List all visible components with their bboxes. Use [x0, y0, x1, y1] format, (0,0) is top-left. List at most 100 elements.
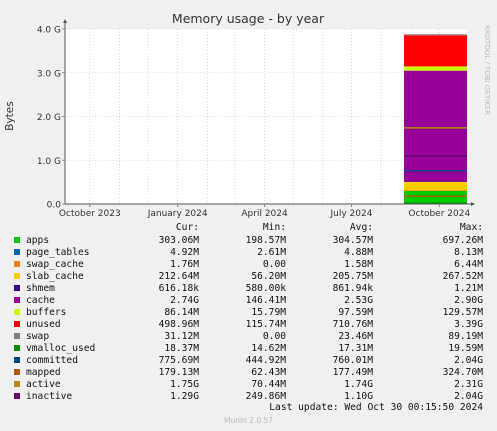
legend-max: 697.26M [442, 235, 483, 246]
munin-version: Munin 2.0.57 [223, 416, 274, 425]
legend-swatch [14, 285, 20, 291]
legend-max: 19.59M [448, 343, 483, 354]
legend-name: cache [26, 295, 55, 306]
rrdtool-side-label: RRDTOOL / TOBI OETIKER [483, 25, 491, 115]
y-tick-label: 3.0 G [37, 69, 61, 79]
col-max-header: Max: [459, 222, 483, 233]
legend-row-unused: unused 498.96M 115.74M 710.76M 3.39G [0, 319, 497, 331]
legend-row-swap: swap 31.12M 0.00 23.46M 89.19M [0, 331, 497, 343]
legend-max: 2.90G [454, 295, 483, 306]
legend-avg: 23.46M [338, 331, 373, 342]
y-axis-label: Bytes [4, 101, 16, 130]
legend-max: 129.57M [442, 307, 483, 318]
legend-avg: 710.76M [332, 319, 373, 330]
x-ticks: October 2023 January 2024 April 2024 July 2… [59, 204, 470, 219]
legend-swatch [14, 297, 20, 303]
legend-swatch [14, 357, 20, 363]
legend-min: 146.41M [245, 295, 286, 306]
legend-swatch [14, 309, 20, 315]
legend-name: shmem [26, 283, 55, 294]
legend-max: 3.39G [454, 319, 483, 330]
legend-avg: 861.94k [332, 283, 373, 294]
legend-cur: 1.76M [170, 259, 199, 270]
area-cache [403, 70, 467, 182]
legend-name: inactive [26, 391, 73, 402]
legend-min: 14.62M [251, 343, 286, 354]
legend-name: swap_cache [26, 259, 84, 270]
legend-swatch [14, 273, 20, 279]
legend-avg: 2.53G [344, 295, 373, 306]
area-shmem [403, 181, 467, 182]
legend-avg: 4.88M [344, 247, 373, 258]
legend-row-committed: committed 775.69M 444.92M 760.01M 2.04G [0, 355, 497, 367]
legend-min: 2.61M [257, 247, 286, 258]
area-slab_cache [403, 181, 467, 191]
legend-cur: 498.96M [158, 319, 199, 330]
legend-name: page_tables [26, 247, 90, 258]
x-tick-label: January 2024 [147, 209, 208, 219]
legend-min: 0.00 [262, 331, 286, 342]
legend-min: 15.79M [251, 307, 286, 318]
legend-max: 89.19M [448, 331, 483, 342]
legend-name: apps [26, 235, 50, 246]
x-axis-arrow [471, 202, 475, 206]
col-min-header: Min: [262, 222, 286, 233]
legend-cur: 1.75G [170, 379, 199, 390]
area-apps [403, 190, 467, 204]
legend-name: slab_cache [26, 271, 84, 282]
x-tick-label: October 2024 [408, 209, 470, 219]
legend-min: 115.74M [245, 319, 286, 330]
y-tick-label: 4.0 G [37, 26, 61, 36]
legend-max: 2.04G [454, 391, 483, 402]
legend-row-swap_cache: swap_cache 1.76M 0.00 1.58M 6.44M [0, 259, 497, 271]
legend-name: mapped [26, 367, 61, 378]
legend-name: committed [26, 355, 78, 366]
col-avg-header: Avg: [349, 222, 373, 233]
legend-cur: 212.64M [158, 271, 199, 282]
legend-cur: 616.18k [158, 283, 199, 294]
legend-name: vmalloc_used [26, 343, 96, 354]
y-axis-arrow [63, 19, 67, 23]
area-swap_cache [403, 190, 467, 191]
x-tick-label: July 2024 [329, 209, 372, 219]
legend-row-apps: apps 303.06M 198.57M 304.57M 697.26M [0, 235, 497, 247]
legend-name: unused [26, 319, 61, 330]
legend-row-vmalloc_used: vmalloc_used 18.37M 14.62M 17.31M 19.59M [0, 343, 497, 355]
area-swap [403, 34, 467, 36]
y-tick-label: 1.0 G [37, 157, 61, 167]
legend-avg: 97.59M [338, 307, 373, 318]
last-update: Last update: Wed Oct 30 00:15:50 2024 [269, 402, 483, 413]
x-tick-label: October 2023 [59, 209, 121, 219]
legend-max: 8.13M [454, 247, 483, 258]
legend-row-active: active 1.75G 70.44M 1.74G 2.31G [0, 379, 497, 391]
legend-name: swap [26, 331, 50, 342]
y-ticks: 0.01.0 G2.0 G3.0 G4.0 G [37, 26, 65, 211]
legend-cur: 86.14M [164, 307, 199, 318]
legend-max: 6.44M [454, 259, 483, 270]
legend-avg: 304.57M [332, 235, 373, 246]
legend-swatch [14, 381, 20, 387]
legend-row-shmem: shmem 616.18k 580.00k 861.94k 1.21M [0, 283, 497, 295]
legend-name: active [26, 379, 61, 390]
legend-avg: 17.31M [338, 343, 373, 354]
legend-avg: 177.49M [332, 367, 373, 378]
legend-max: 1.21M [454, 283, 483, 294]
legend-min: 0.00 [262, 259, 286, 270]
legend-row-slab_cache: slab_cache 212.64M 56.20M 205.75M 267.52M [0, 271, 497, 283]
y-tick-label: 2.0 G [37, 113, 61, 123]
legend-max: 267.52M [442, 271, 483, 282]
legend-cur: 4.92M [170, 247, 199, 258]
legend-min: 56.20M [251, 271, 286, 282]
legend-swatch [14, 369, 20, 375]
legend-cur: 1.29G [170, 391, 199, 402]
legend-swatch [14, 237, 20, 243]
legend-row-cache: cache 2.74G 146.41M 2.53G 2.90G [0, 295, 497, 307]
x-tick-label: April 2024 [241, 209, 288, 219]
legend-cur: 31.12M [164, 331, 199, 342]
legend-swatch [14, 261, 20, 267]
legend-min: 198.57M [245, 235, 286, 246]
legend-min: 70.44M [251, 379, 286, 390]
legend-swatch [14, 249, 20, 255]
legend-max: 2.31G [454, 379, 483, 390]
legend-max: 2.04G [454, 355, 483, 366]
